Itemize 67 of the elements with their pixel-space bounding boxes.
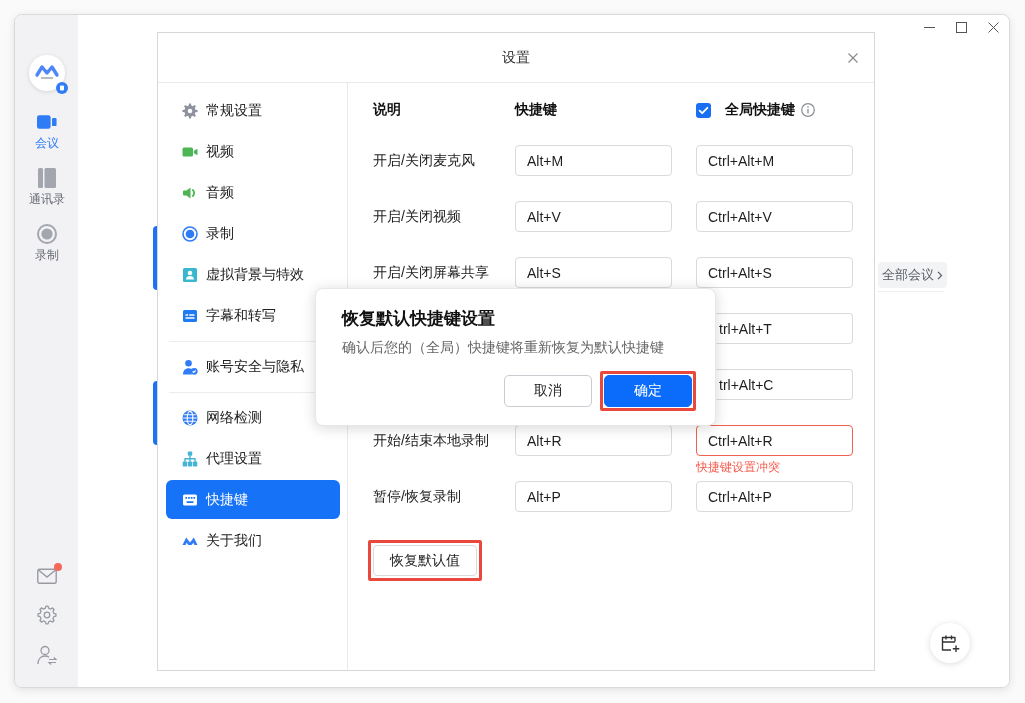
close-icon[interactable] [848,52,858,63]
column-header: 全局快捷键 [725,101,795,119]
shortcut-label: 暂停/恢复录制 [373,487,462,506]
settings-nav-item[interactable]: 音频 [166,173,340,212]
input-field[interactable]: trl+Alt+T [716,313,853,344]
input-field[interactable]: trl+Alt+C [716,369,853,400]
input-field[interactable]: Alt+P [515,481,672,512]
input-field[interactable]: Ctrl+Alt+V [696,201,853,232]
settings-nav-item[interactable]: 快捷键 [166,480,340,519]
error-message: 快捷键设置冲突 [696,460,780,474]
settings-nav-item[interactable]: 视频 [166,132,340,171]
shortcut-label: 开始/结束本地录制 [373,431,490,450]
card-edge [153,381,157,445]
input-field[interactable]: Alt+M [515,145,672,176]
user-shield-icon [182,358,198,375]
input-field[interactable]: Ctrl+Alt+P [696,481,853,512]
input-field[interactable]: Alt+V [515,201,672,232]
subtitles-icon [182,307,198,324]
column-header: 说明 [373,101,402,119]
calendar-plus-icon [940,633,960,653]
book-icon [36,168,57,188]
chevron-right-icon [937,270,943,280]
info-icon[interactable] [801,103,815,117]
shortcut-label: 开启/关闭屏幕共享 [373,263,490,282]
checkbox[interactable] [696,102,711,118]
portrait-icon [182,266,198,283]
settings-nav-item[interactable]: 关于我们 [166,521,340,560]
maximize-icon [955,22,967,33]
logo-icon[interactable] [28,55,65,91]
settings-icon[interactable] [36,605,57,625]
badge-icon [55,82,68,94]
nav-tab[interactable]: 会议 [34,112,59,151]
cancel-button[interactable]: 取消 [504,375,592,407]
dialog-message: 确认后您的（全局）快捷键将重新恢复为默认快捷键 [342,338,665,357]
record-icon [36,224,57,244]
input-field[interactable]: Alt+S [515,257,672,288]
settings-nav-item[interactable]: 网络检测 [166,398,340,437]
record-icon [182,225,198,242]
settings-nav-item[interactable]: 代理设置 [166,439,340,478]
settings-nav-item[interactable]: 常规设置 [166,91,340,130]
globe-icon [182,409,198,426]
minimize-icon [923,27,935,28]
card-edge [153,226,157,290]
gear-icon [182,102,198,119]
column-header: 快捷键 [515,101,558,119]
settings-nav-item[interactable]: 录制 [166,214,340,253]
window-title: 设置 [502,48,530,67]
input-field[interactable]: Ctrl+Alt+R [696,425,853,456]
shortcut-label: 开启/关闭麦克风 [373,151,476,170]
input-field[interactable]: Ctrl+Alt+M [696,145,853,176]
calendar-add-button[interactable] [930,623,970,663]
settings-nav-item[interactable]: 账号安全与隐私 [166,347,340,386]
user-switch-icon[interactable] [36,645,57,665]
nav-tab[interactable]: 录制 [34,224,59,263]
dialog-title: 恢复默认快捷键设置 [342,308,496,330]
reset-button[interactable]: 恢复默认值 [373,545,477,576]
nav-tab[interactable]: 通讯录 [28,168,65,207]
mail-icon[interactable] [36,568,57,584]
hierarchy-icon [182,450,198,467]
confirm-button[interactable]: 确定 [604,375,692,407]
settings-nav-item[interactable]: 虚拟背景与特效 [166,255,340,294]
input-field[interactable]: Ctrl+Alt+S [696,257,853,288]
filter-chip[interactable]: 全部会议 [878,262,947,288]
close-icon [987,22,999,33]
settings-nav-item[interactable]: 字幕和转写 [166,296,340,335]
video-camera-icon [36,112,57,132]
shortcut-label: 开启/关闭视频 [373,207,462,226]
